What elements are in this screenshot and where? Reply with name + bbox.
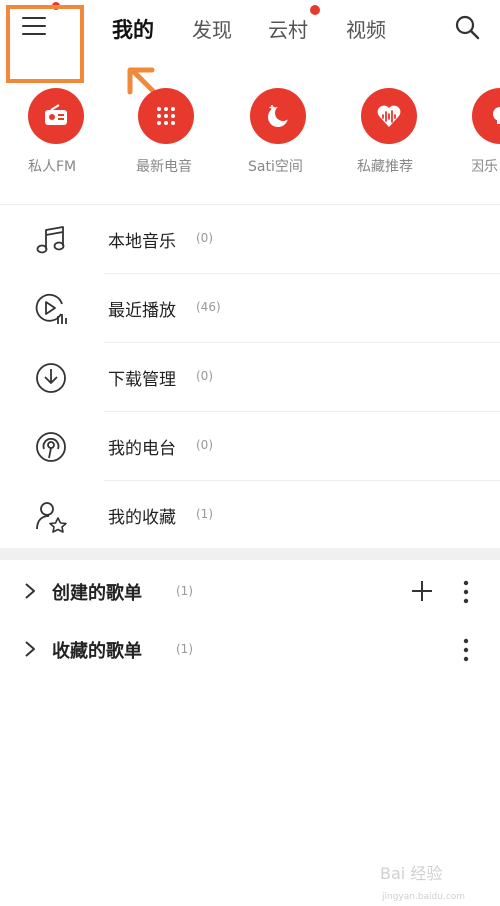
quick-icon-bg xyxy=(138,88,194,144)
download-icon xyxy=(36,363,66,393)
list-item-label: 我的电台 xyxy=(108,439,176,459)
list-item-count: (0) xyxy=(196,231,213,245)
list-item-local-music[interactable]: 本地音乐 (0) xyxy=(0,205,500,274)
list-item-label: 本地音乐 xyxy=(108,232,176,252)
tab-village[interactable]: 云村 xyxy=(268,14,308,43)
playlist-section-count: (1) xyxy=(176,642,193,656)
list-item-label: 下载管理 xyxy=(108,370,176,390)
list-item-count: (1) xyxy=(196,507,213,521)
search-icon[interactable] xyxy=(454,14,480,40)
list-item-label: 我的收藏 xyxy=(108,508,176,528)
quick-yinle[interactable]: 因乐 xyxy=(472,86,500,196)
more-vertical-icon[interactable] xyxy=(458,579,474,605)
playlist-section-count: (1) xyxy=(176,584,193,598)
top-bar: 我的 发现 云村 视频 xyxy=(0,0,500,113)
quick-icon-bg xyxy=(250,88,306,144)
recent-play-icon xyxy=(35,293,67,324)
chevron-right-icon xyxy=(25,583,35,599)
list-item-download-manager[interactable]: 下载管理 (0) xyxy=(0,343,500,412)
list-item-count: (46) xyxy=(196,300,221,314)
watermark-url: jingyan.baidu.com xyxy=(382,892,466,902)
village-badge-dot xyxy=(310,5,320,15)
quick-icon-bg xyxy=(472,88,500,144)
highlight-box xyxy=(6,5,84,83)
tab-mine[interactable]: 我的 xyxy=(112,14,154,44)
watermark-brand: Bai 经验 xyxy=(380,864,443,883)
quick-label: Sati空间 xyxy=(248,159,303,175)
quick-icon-bg xyxy=(361,88,417,144)
tab-video[interactable]: 视频 xyxy=(346,14,386,43)
section-gap xyxy=(0,548,500,560)
quick-label: 最新电音 xyxy=(136,159,192,175)
podcast-icon xyxy=(36,432,66,462)
user-star-icon xyxy=(36,502,67,533)
quick-sati-space[interactable]: Sati空间 xyxy=(248,86,330,196)
tab-discover[interactable]: 发现 xyxy=(192,14,232,43)
quick-latest-electro[interactable]: 最新电音 xyxy=(136,86,218,196)
playlist-section-collected[interactable]: 收藏的歌单 (1) xyxy=(0,621,500,679)
quick-icon-bg xyxy=(28,88,84,144)
quick-label: 私人FM xyxy=(28,159,77,175)
quick-label: 私藏推荐 xyxy=(357,159,413,175)
list-item-count: (0) xyxy=(196,438,213,452)
more-vertical-icon[interactable] xyxy=(458,637,474,663)
list-item-my-radio[interactable]: 我的电台 (0) xyxy=(0,412,500,481)
chevron-right-icon xyxy=(25,641,35,657)
plus-icon[interactable] xyxy=(410,579,434,603)
dots-grid-icon xyxy=(157,107,175,125)
bulb-icon xyxy=(493,107,500,124)
playlist-section-created[interactable]: 创建的歌单 (1) xyxy=(0,563,500,621)
heart-wave-icon xyxy=(377,105,401,127)
quick-private-recommend[interactable]: 私藏推荐 xyxy=(357,86,441,196)
list-item-my-favorites[interactable]: 我的收藏 (1) xyxy=(0,481,500,550)
playlist-section-title: 收藏的歌单 xyxy=(52,641,142,662)
music-note-icon xyxy=(36,226,65,254)
radio-icon xyxy=(45,104,67,125)
quick-private-fm[interactable]: 私人FM xyxy=(28,86,108,196)
list-item-label: 最近播放 xyxy=(108,301,176,321)
quick-label: 因乐 xyxy=(472,159,498,175)
list-item-recent-play[interactable]: 最近播放 (46) xyxy=(0,274,500,343)
list-item-count: (0) xyxy=(196,369,213,383)
playlist-section-title: 创建的歌单 xyxy=(52,583,142,604)
moon-icon xyxy=(268,105,291,127)
